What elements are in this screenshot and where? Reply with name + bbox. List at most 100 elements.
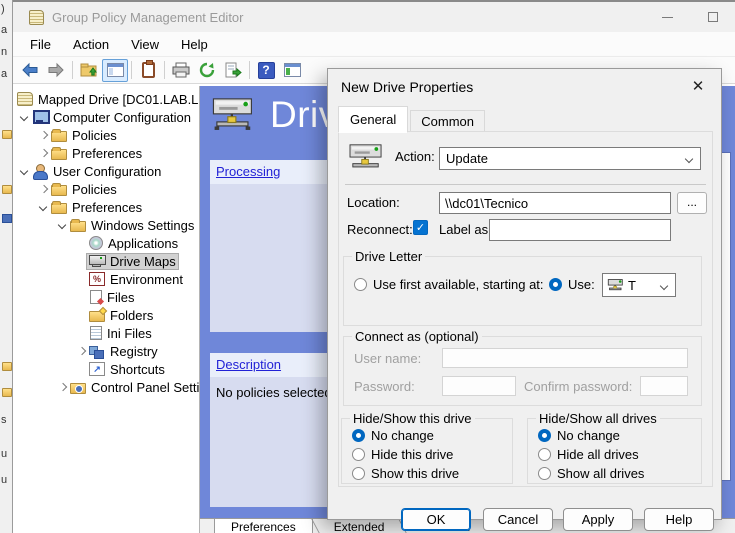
show-this-drive-option[interactable]: Show this drive [352,466,459,481]
up-one-level-button[interactable] [76,59,102,82]
ini-file-icon [90,326,102,340]
forward-button[interactable] [43,59,69,82]
tab-extended[interactable]: Extended [318,519,401,533]
tree-item-drive-maps[interactable]: Drive Maps [13,252,199,270]
ellipsis-icon: ... [687,195,697,209]
label-as-input[interactable] [489,219,671,241]
use-first-available-option[interactable]: Use first available, starting at: [354,277,544,292]
action-select[interactable]: Update [439,147,701,170]
show-all-drives-option[interactable]: Show all drives [538,466,644,481]
hide-all-drives-option[interactable]: Hide all drives [538,447,639,462]
shortcut-icon: ↗ [89,362,105,376]
processing-link[interactable]: Processing [216,164,280,179]
refresh-button[interactable] [194,59,220,82]
background-window-strip: ) a n a s u u [0,0,13,533]
maximize-button[interactable] [690,2,735,32]
menu-action[interactable]: Action [62,34,120,55]
browse-button[interactable]: ... [677,192,707,214]
tree-item-policies[interactable]: Policies [13,126,199,144]
tree-item-label: User Configuration [53,164,161,179]
ok-button[interactable]: OK [401,508,471,531]
chevron-down-icon[interactable] [55,218,70,233]
minimize-button[interactable] [645,2,690,32]
print-icon [172,62,190,78]
drive-letter-select[interactable]: T [602,273,676,297]
chevron-down-icon[interactable] [17,164,32,179]
tree-item-shortcuts[interactable]: ↗ Shortcuts [13,360,199,378]
tree-item-computer-configuration[interactable]: Computer Configuration [13,108,199,126]
folder-icon [51,185,67,196]
tree-item-registry[interactable]: Registry [13,342,199,360]
apply-button[interactable]: Apply [563,508,633,531]
reconnect-checkbox[interactable]: ✓ [413,220,428,235]
radio-icon [538,467,551,480]
no-change-all-option[interactable]: No change [538,428,620,443]
user-name-input[interactable] [442,348,688,368]
menu-file[interactable]: File [19,34,62,55]
dialog-close-button[interactable]: ✕ [687,76,709,98]
hide-show-this-drive-group: Hide/Show this drive No change Hide this… [341,418,513,484]
radio-icon [352,448,365,461]
tree-item-label: Folders [110,308,153,323]
chevron-right-icon[interactable] [36,128,51,143]
chevron-right-icon[interactable] [55,380,70,395]
chevron-right-icon[interactable] [36,146,51,161]
tree-item-folders[interactable]: Folders [13,306,199,324]
chevron-down-icon[interactable] [17,110,32,125]
properties-button[interactable] [135,59,161,82]
show-console-tree-button[interactable] [102,59,128,82]
confirm-password-input[interactable] [640,376,688,396]
tree-item-environment[interactable]: % Environment [13,270,199,288]
tree-item-policies[interactable]: Policies [13,180,199,198]
location-label: Location: [347,195,400,210]
help-button[interactable]: ? [253,59,279,82]
tree-item-ini-files[interactable]: Ini Files [13,324,199,342]
chevron-right-icon[interactable] [36,182,51,197]
cancel-button[interactable]: Cancel [483,508,553,531]
location-input[interactable] [439,192,671,214]
tab-common[interactable]: Common [410,110,485,133]
menu-help[interactable]: Help [170,34,219,55]
folder-icon [2,388,12,397]
control-panel-folder-icon [70,383,86,394]
menu-bar: File Action View Help [13,32,735,57]
toolbar-separator [249,61,250,79]
tree-item-root[interactable]: Mapped Drive [DC01.LAB.LOCA [13,90,199,108]
back-button[interactable] [17,59,43,82]
drive-icon [89,254,105,268]
tree-item-label: Preferences [72,146,142,161]
export-list-button[interactable] [220,59,246,82]
new-window-button[interactable] [279,59,305,82]
console-tree[interactable]: Mapped Drive [DC01.LAB.LOCA Computer Con… [13,86,200,533]
connect-as-group-label: Connect as (optional) [352,329,482,344]
chevron-right-icon[interactable] [74,344,89,359]
console-tree-icon [107,63,124,77]
folder-icon [51,203,67,214]
use-option[interactable]: Use: [549,277,595,292]
up-one-level-icon [80,62,98,78]
tree-item-preferences[interactable]: Preferences [13,198,199,216]
tab-general[interactable]: General [338,106,408,133]
tab-preferences[interactable]: Preferences [214,519,313,533]
tree-item-control-panel-settings[interactable]: Control Panel Setting [13,378,199,396]
screen: ) a n a s u u Group Policy Management Ed… [0,0,735,533]
help-button[interactable]: Help [644,508,714,531]
print-button[interactable] [168,59,194,82]
tree-item-label: Preferences [72,200,142,215]
menu-view[interactable]: View [120,34,170,55]
refresh-icon [198,62,216,78]
tree-item-windows-settings[interactable]: Windows Settings [13,216,199,234]
clipboard-icon [142,62,155,78]
description-link[interactable]: Description [216,357,281,372]
tree-item-preferences[interactable]: Preferences [13,144,199,162]
tree-item-files[interactable]: Files [13,288,199,306]
chevron-down-icon[interactable] [36,200,51,215]
tree-item-user-configuration[interactable]: User Configuration [13,162,199,180]
folder-icon [70,221,86,232]
password-input[interactable] [442,376,516,396]
export-list-icon [224,62,242,78]
tree-item-applications[interactable]: Applications [13,234,199,252]
no-change-option[interactable]: No change [352,428,434,443]
title-bar[interactable]: Group Policy Management Editor [13,2,735,32]
hide-this-drive-option[interactable]: Hide this drive [352,447,453,462]
